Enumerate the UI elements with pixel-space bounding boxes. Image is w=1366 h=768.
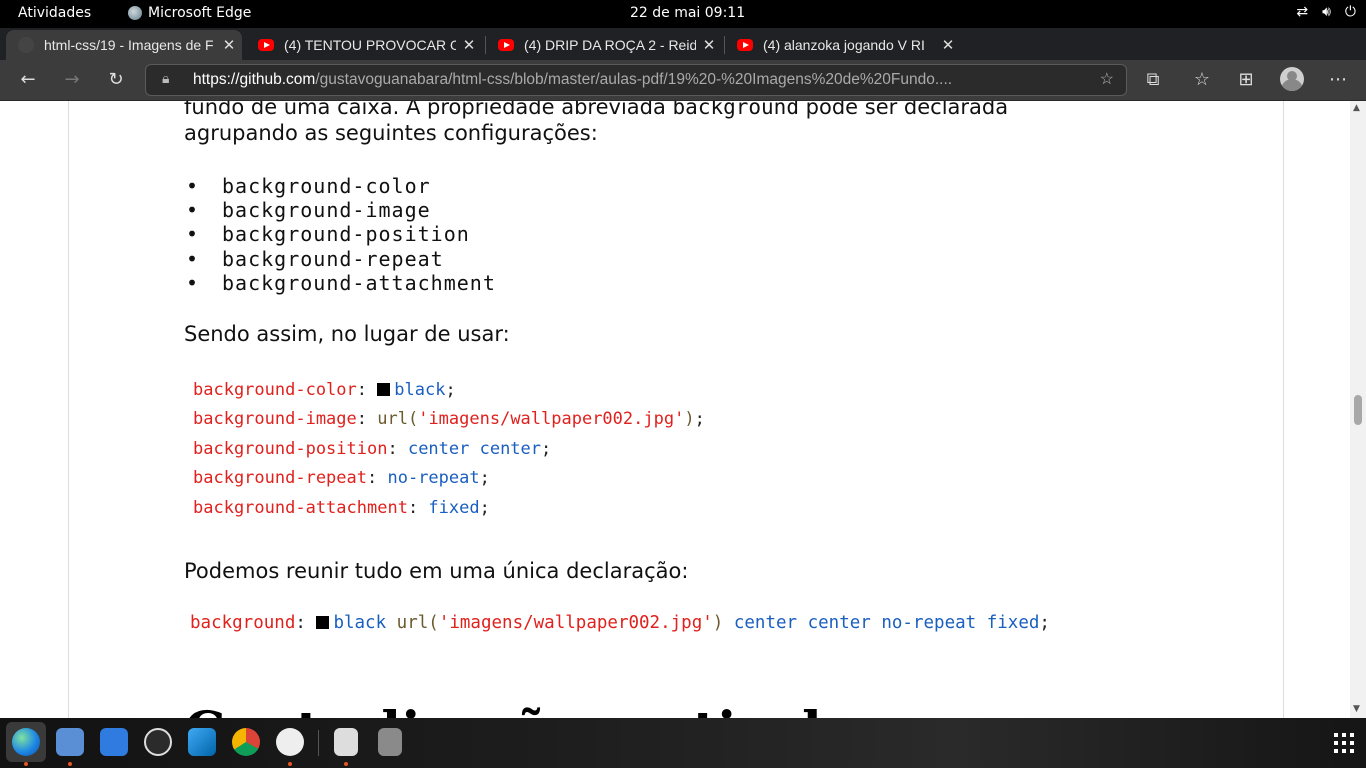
list-item: • background-position <box>186 222 470 246</box>
files-icon[interactable] <box>56 728 84 756</box>
list-item: • background-image <box>186 198 431 222</box>
running-indicator <box>288 762 292 766</box>
close-icon[interactable]: ✕ <box>456 36 482 54</box>
section-heading: Centralização vertical <box>184 701 822 718</box>
chrome-icon[interactable] <box>232 728 260 756</box>
scrollbar-thumb[interactable] <box>1354 395 1362 425</box>
activities-button[interactable]: Atividades <box>18 5 91 21</box>
shorthand-code-line: background: black url('imagens/wallpaper… <box>190 613 1050 633</box>
code-line: background-attachment: fixed; <box>193 498 490 518</box>
clock[interactable]: 22 de mai 09:11 <box>630 5 745 21</box>
show-apps-icon[interactable] <box>1334 733 1354 753</box>
color-swatch <box>377 383 391 396</box>
intro-line-2: agrupando as seguintes configurações: <box>184 121 598 145</box>
vertical-scrollbar[interactable]: ▲ ▼ <box>1350 101 1366 718</box>
code-line: background-color: black; <box>193 380 456 400</box>
reload-button[interactable]: ↻ <box>104 68 128 92</box>
favorites-icon[interactable]: ☆ <box>1190 68 1214 92</box>
tab-strip: html-css/19 - Imagens de F ✕ (4) TENTOU … <box>0 28 1366 82</box>
tab-youtube-3[interactable]: (4) alanzoka jogando V RI ✕ <box>725 30 961 60</box>
app-menu[interactable]: Microsoft Edge <box>128 5 251 21</box>
dock <box>0 718 1366 768</box>
app-name: Microsoft Edge <box>148 5 252 21</box>
dock-separator <box>318 730 319 756</box>
youtube-icon <box>258 39 274 51</box>
paragraph-join: Podemos reunir tudo em uma única declara… <box>184 559 689 583</box>
paragraph-instead: Sendo assim, no lugar de usar: <box>184 322 510 346</box>
back-button[interactable]: ← <box>16 68 40 92</box>
system-top-bar: Atividades Microsoft Edge 22 de mai 09:1… <box>0 0 1366 28</box>
list-item: • background-color <box>186 174 431 198</box>
browser-toolbar: ← → ↻ 🔒︎ https://github.com/gustavoguana… <box>0 60 1366 101</box>
code-line: background-image: url('imagens/wallpaper… <box>193 409 705 429</box>
tab-title: (4) TENTOU PROVOCAR O <box>284 37 456 53</box>
vscode-icon[interactable] <box>188 728 216 756</box>
close-icon[interactable]: ✕ <box>216 36 242 54</box>
tab-title: (4) alanzoka jogando V RI <box>763 37 925 53</box>
tab-youtube-2[interactable]: (4) DRIP DA ROÇA 2 - Reid ✕ <box>486 30 722 60</box>
page-viewport: fundo de uma caixa. A propriedade abrevi… <box>0 101 1350 718</box>
tab-title: html-css/19 - Imagens de F <box>44 37 214 53</box>
close-icon[interactable]: ✕ <box>935 36 961 54</box>
profile-avatar[interactable] <box>1280 67 1304 91</box>
address-bar[interactable]: 🔒︎ https://github.com/gustavoguanabara/h… <box>145 64 1127 96</box>
list-item: • background-attachment <box>186 271 496 295</box>
trash-icon[interactable] <box>378 728 402 756</box>
tab-github[interactable]: html-css/19 - Imagens de F ✕ <box>6 30 242 60</box>
add-favorite-icon[interactable]: ☆ <box>1100 69 1114 89</box>
forward-button[interactable]: → <box>60 68 84 92</box>
github-icon <box>18 37 34 53</box>
color-swatch <box>316 616 330 629</box>
collections-icon[interactable]: ⊞ <box>1234 68 1258 92</box>
scroll-down-icon[interactable]: ▼ <box>1353 704 1360 714</box>
url-text: https://github.com/gustavoguanabara/html… <box>193 71 953 88</box>
github-desktop-icon[interactable] <box>144 728 172 756</box>
clock-icon[interactable] <box>276 728 304 756</box>
code-line: background-position: center center; <box>193 439 552 459</box>
edge-icon <box>128 6 142 20</box>
youtube-icon <box>737 39 753 51</box>
close-icon[interactable]: ✕ <box>696 36 722 54</box>
extensions-icon[interactable]: ⧉ <box>1141 68 1165 92</box>
mail-icon[interactable] <box>100 728 128 756</box>
lock-icon: 🔒︎ <box>162 70 170 86</box>
list-item: • background-repeat <box>186 247 444 271</box>
usb-drive-icon[interactable] <box>334 728 358 756</box>
intro-line-1: fundo de uma caixa. A propriedade abrevi… <box>184 101 1008 119</box>
running-indicator <box>68 762 72 766</box>
more-icon[interactable]: ⋯ <box>1326 68 1350 92</box>
code-line: background-repeat: no-repeat; <box>193 468 490 488</box>
edge-icon[interactable] <box>12 728 40 756</box>
power-icon: ⏻ <box>1344 4 1356 20</box>
system-tray[interactable]: ⇄ 🔊︎ ⏻ <box>1296 4 1356 20</box>
volume-icon: 🔊︎ <box>1322 4 1331 20</box>
network-icon: ⇄ <box>1296 4 1309 20</box>
youtube-icon <box>498 39 514 51</box>
running-indicator <box>344 762 348 766</box>
tab-youtube-1[interactable]: (4) TENTOU PROVOCAR O ✕ <box>246 30 482 60</box>
tab-title: (4) DRIP DA ROÇA 2 - Reid <box>524 37 696 53</box>
scroll-up-icon[interactable]: ▲ <box>1353 103 1360 113</box>
inline-code: background <box>672 101 799 119</box>
running-indicator <box>24 762 28 766</box>
